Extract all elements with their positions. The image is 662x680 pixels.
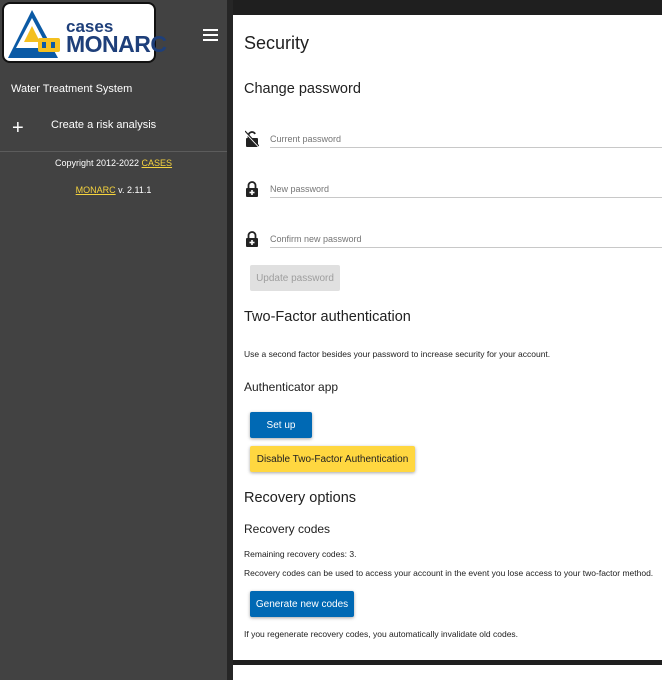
security-panel: Security Change password Current passwor… (233, 15, 662, 660)
lock-plus-icon (246, 231, 258, 247)
recovery-codes-heading: Recovery codes (244, 522, 331, 536)
authenticator-app-heading: Authenticator app (244, 380, 339, 394)
next-card-edge (233, 665, 662, 680)
current-password-underline (270, 147, 662, 148)
cases-link[interactable]: CASES (142, 158, 173, 168)
analysis-name[interactable]: Water Treatment System (11, 83, 132, 95)
create-risk-analysis-label: Create a risk analysis (51, 119, 157, 131)
current-password-field[interactable]: Current password (245, 130, 662, 152)
sidebar-divider (0, 151, 227, 152)
lock-plus-icon (246, 181, 258, 197)
two-factor-heading: Two-Factor authentication (244, 309, 411, 325)
recovery-info-text: Recovery codes can be used to access you… (244, 568, 654, 578)
update-password-button[interactable]: Update password (250, 265, 340, 291)
lock-open-icon (245, 130, 259, 148)
confirm-password-field[interactable]: Confirm new password (245, 230, 662, 252)
copyright: Copyright 2012-2022 CASES (0, 158, 227, 168)
change-password-heading: Change password (244, 81, 361, 97)
plus-icon: + (12, 117, 24, 139)
monarc-logo[interactable]: cases MONARC (2, 2, 167, 63)
two-factor-description: Use a second factor besides your passwor… (244, 349, 551, 359)
current-password-label: Current password (270, 134, 342, 144)
new-password-underline (270, 197, 662, 198)
generate-codes-button[interactable]: Generate new codes (250, 591, 354, 617)
logo-monarc-text: MONARC (66, 31, 167, 57)
monarc-link[interactable]: MONARC (76, 185, 116, 195)
sidebar: cases MONARC Water Treatment System + Cr… (0, 0, 227, 680)
create-risk-analysis-button[interactable]: + Create a risk analysis (0, 110, 227, 146)
menu-icon[interactable] (203, 29, 218, 41)
setup-button[interactable]: Set up (250, 412, 312, 438)
confirm-password-label: Confirm new password (270, 234, 362, 244)
disable-two-factor-button[interactable]: Disable Two-Factor Authentication (250, 446, 415, 472)
copyright-text: Copyright 2012-2022 (54, 158, 140, 168)
recovery-options-heading: Recovery options (244, 490, 357, 506)
new-password-field[interactable]: New password (245, 180, 662, 202)
new-password-label: New password (270, 184, 330, 194)
confirm-password-underline (270, 247, 662, 248)
page-title: Security (244, 33, 310, 53)
version-text: v. 2.11.1 (118, 185, 152, 195)
monarc-logo-icon (8, 10, 60, 58)
remaining-codes-text: Remaining recovery codes: 3. (244, 549, 357, 559)
regenerate-warning-text: If you regenerate recovery codes, you au… (244, 629, 519, 639)
version-info: MONARC v. 2.11.1 (0, 185, 227, 195)
